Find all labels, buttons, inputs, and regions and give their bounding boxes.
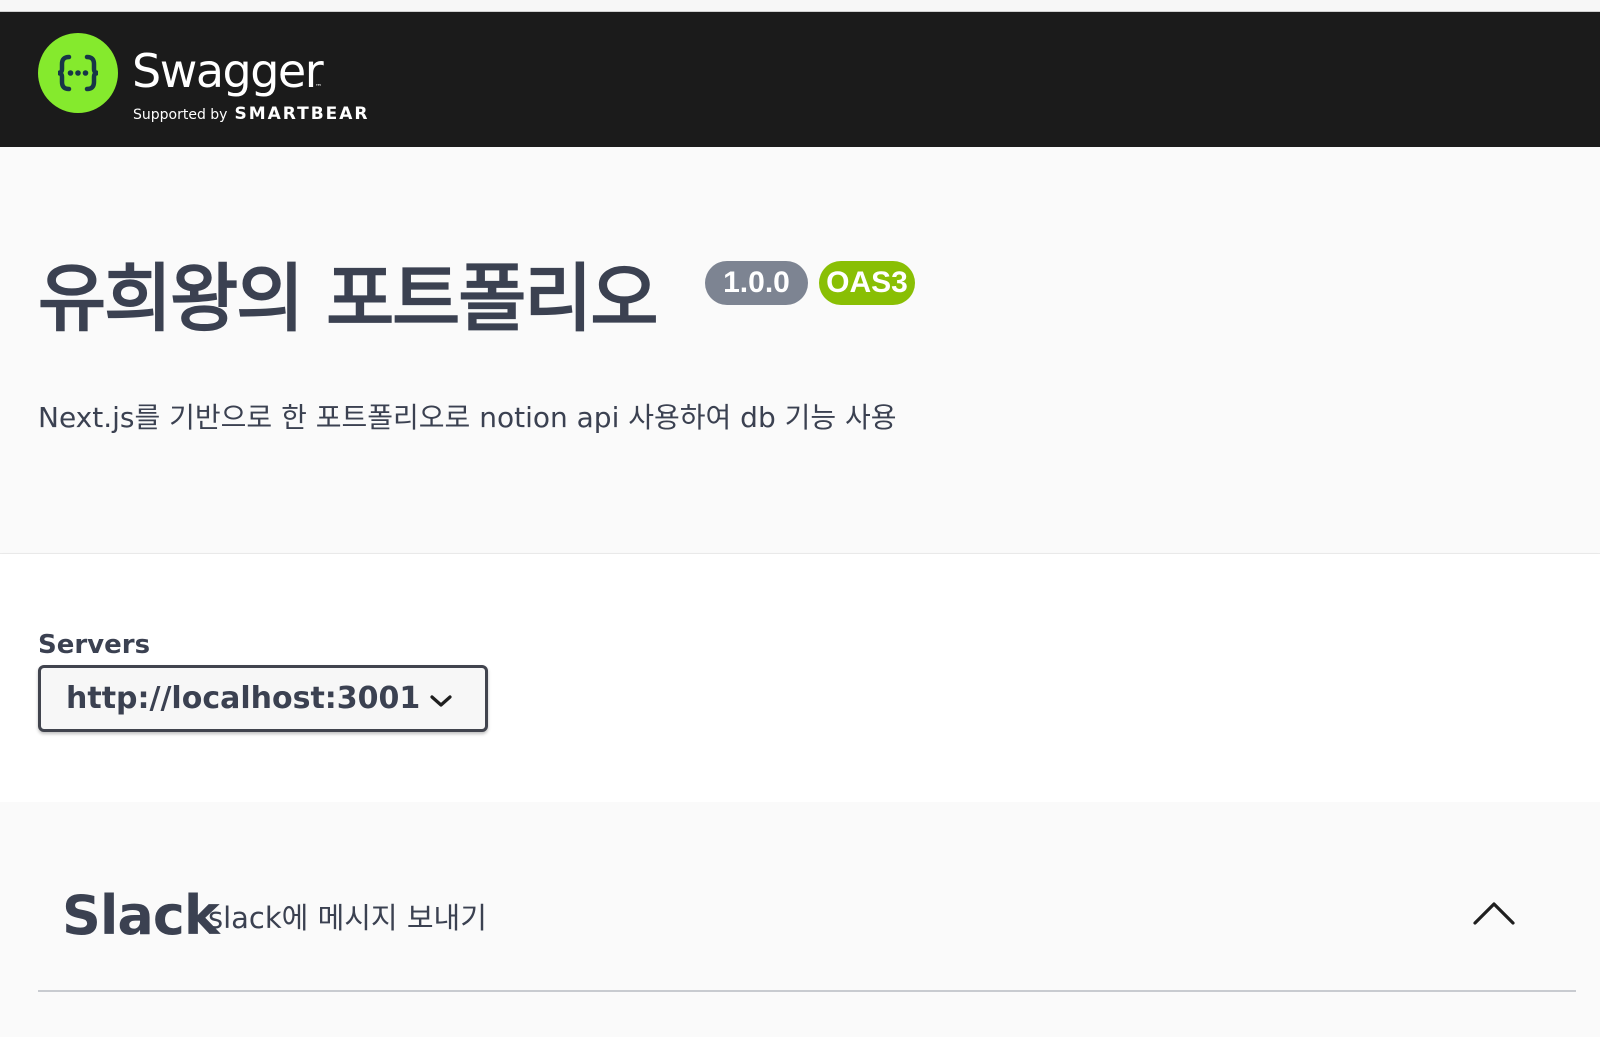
tag-name: Slack: [62, 884, 220, 947]
logo-brand: SMARTBEAR: [234, 104, 370, 124]
logo-trademark: ™: [315, 83, 322, 91]
operations-section: Slack slack에 메시지 보내기: [0, 802, 1600, 1037]
servers-section: Servers http://localhost:3001: [0, 554, 1600, 802]
server-select-value: http://localhost:3001: [66, 681, 421, 716]
logo-supported-by: Supported by: [133, 107, 228, 123]
api-description: Next.js를 기반으로 한 포트폴리오로 notion api 사용하여 d…: [38, 401, 897, 434]
logo-wordmark: Swagger: [132, 44, 324, 98]
swagger-ui-page: Swagger ™ Supported by SMARTBEAR 유희왕의 포트폴…: [0, 0, 1600, 1037]
top-border: [0, 0, 1600, 12]
chevron-down-icon: [428, 692, 454, 715]
server-select[interactable]: http://localhost:3001: [38, 665, 488, 732]
chevron-up-icon[interactable]: [1472, 899, 1516, 932]
logo-subtitle: Supported by SMARTBEAR: [133, 104, 370, 125]
topbar: Swagger ™ Supported by SMARTBEAR: [0, 12, 1600, 147]
api-info: 유희왕의 포트폴리오 1.0.0 OAS3 Next.js를 기반으로 한 포트…: [0, 147, 1600, 554]
oas-badge: OAS3: [819, 261, 915, 305]
tag-header-slack[interactable]: Slack slack에 메시지 보내기: [38, 802, 1576, 992]
api-title: 유희왕의 포트폴리오: [38, 256, 658, 342]
servers-label: Servers: [38, 630, 151, 660]
swagger-logo-link[interactable]: Swagger ™ Supported by SMARTBEAR: [38, 33, 368, 133]
swagger-braces-icon: [38, 33, 118, 113]
version-badge: 1.0.0: [705, 261, 808, 305]
tag-description: slack에 메시지 보내기: [208, 901, 487, 935]
